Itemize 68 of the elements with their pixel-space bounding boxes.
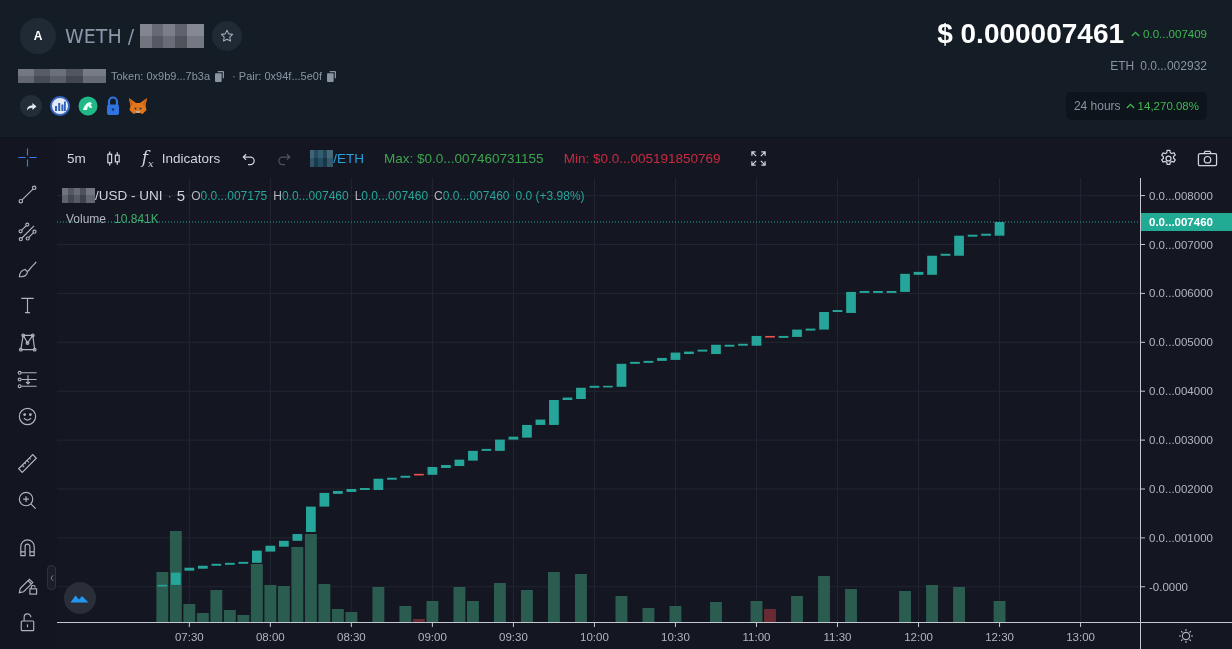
eth-label: ETH [1110,59,1135,73]
fullscreen-icon [750,149,768,167]
ohlc-value: O0.0...007175 [191,188,268,203]
pixelated-patch [62,188,95,203]
share-button[interactable] [20,95,42,117]
ohlc-value: L0.0...007460 [354,188,429,203]
price-axis-label: 0.0...006000 [1149,287,1213,300]
ohlc-value: H0.0...007460 [273,188,349,203]
time-axis-label: 10:30 [661,631,690,643]
price-axis-label: 0.0...007000 [1149,238,1213,251]
price-change: 0.0...007409 [1143,28,1207,40]
token-address: Token: 0x9b9...7b3a [111,70,211,82]
favorite-button[interactable] [212,21,243,51]
pixelated-patch [310,149,334,167]
price-axis-label: 0.0...008000 [1149,189,1213,202]
quote-symbol: /ETH [333,150,364,166]
copy-icon[interactable] [326,70,336,82]
time-axis-label: 12:30 [985,631,1014,643]
candlestick-icon [105,149,123,167]
ruler-icon [15,452,39,475]
time-axis-label: 07:30 [174,631,204,643]
period-label: 24 hours [1073,99,1121,113]
symbol-name: /USD - UNI [95,188,163,203]
max-price: Max: $0.0...007460731155 [384,150,544,166]
time-axis-label: 12:00 [904,631,933,643]
price-axis-label: -0.0000 [1149,580,1188,593]
token-avatar: A [20,18,56,54]
time-axis-label: 08:00 [255,631,285,643]
slider-lines-icon [15,368,39,391]
time-axis-label: 13:00 [1066,631,1095,643]
eth-price: 0.0...002932 [1140,59,1207,73]
sun-icon[interactable] [1178,628,1194,644]
time-axis-label: 11:00 [742,631,771,643]
change-value: 0.0 (+3.98%) [515,188,585,203]
bar-chart-badge-icon[interactable] [50,96,70,116]
crosshair-icon [15,146,39,169]
padlock-icon[interactable] [106,96,120,116]
time-axis-label: 09:00 [418,631,447,643]
separator-dot: · [167,188,172,203]
ohlc-value: C0.0...007460 [434,188,510,203]
price-axis-label: 0.0...002000 [1149,483,1213,495]
interval-button[interactable]: 5m [61,144,92,172]
period-change: 14,270.08% [1137,100,1199,112]
time-axis-label: 09:30 [499,631,528,643]
function-icon: f$_{x}$ [141,146,154,170]
camera-icon [1196,148,1218,168]
price-axis-label: 0.0...001000 [1149,531,1213,544]
fork-lines-icon [15,220,39,243]
time-axis-label: 10:00 [580,631,609,643]
round-logo-icon[interactable] [78,96,98,116]
last-price-label: 0.0...007460 [1141,213,1232,231]
star-icon [219,28,236,44]
price-axis-label: 0.0...004000 [1149,385,1213,398]
copy-icon[interactable] [215,70,225,82]
chevron-left-icon [49,573,54,582]
pair-address: · Pair: 0x94f...5e0f [232,70,322,82]
time-axis-label: 11:30 [823,631,852,643]
fox-icon[interactable] [128,96,148,116]
min-price: Min: $0.0...005191850769 [563,150,721,166]
time-axis-label: 08:30 [337,631,366,643]
usd-price: $ 0.000007461 [937,18,1125,50]
share-icon [25,101,37,111]
pixelated-patch [140,24,205,48]
interval-label: 5 [176,187,186,204]
pair-name: WETH / [65,25,135,47]
indicators-button[interactable]: f$_{x}$ Indicators [135,144,227,172]
price-axis-label: 0.0...003000 [1149,434,1213,447]
price-axis-label: 0.0...005000 [1149,336,1213,349]
